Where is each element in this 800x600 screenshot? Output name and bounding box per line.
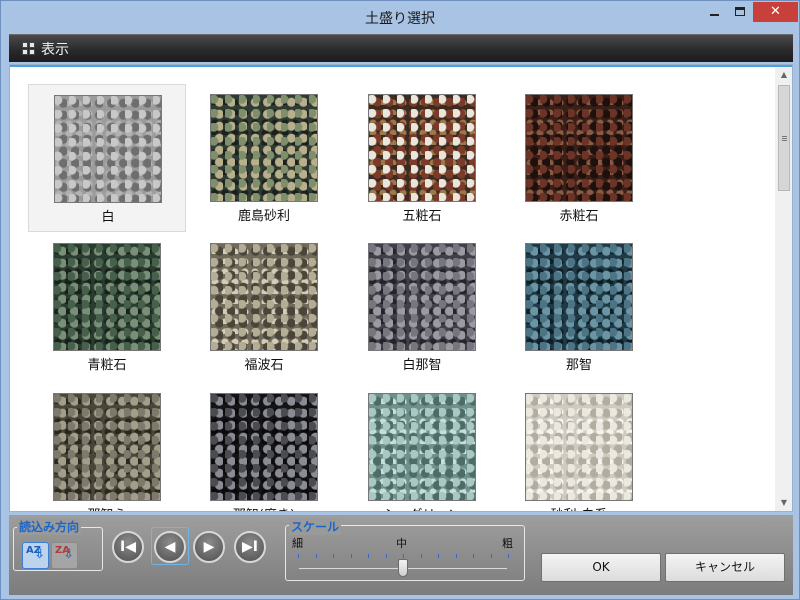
material-label: 白 — [101, 210, 115, 225]
next-page-button[interactable]: ▶ — [193, 531, 225, 563]
scale-tick — [473, 554, 474, 558]
bottom-control-bar: 読込み方向 AZ ⇩ ZA ⇩ I◀ ◀ ▶ ▶I スケール 細 中 粗 OK … — [9, 515, 793, 595]
sort-direction-title: 読込み方向 — [17, 518, 82, 535]
material-swatch[interactable] — [368, 393, 476, 501]
next-page-icon: ▶ — [203, 539, 215, 555]
material-tile[interactable]: 那智(磨き) — [185, 383, 343, 511]
material-gallery-panel: 白 鹿島砂利 五粧石 赤粧石青粧石 福波石 白那智 那智那智ら那智(磨き)シーグリーン砂利-… — [9, 64, 793, 512]
down-arrow-icon: ⇩ — [34, 547, 45, 562]
material-label: 砂利-白系 — [500, 504, 658, 511]
scale-tick — [385, 554, 387, 558]
scale-tick — [315, 554, 317, 558]
scale-medium-label: 中 — [396, 537, 407, 550]
material-label: 白那智 — [402, 358, 442, 373]
ok-button[interactable]: OK — [541, 553, 661, 582]
material-swatch[interactable] — [368, 243, 476, 351]
window-title: 土盛り選択 — [365, 11, 435, 27]
toolbar: 表示 — [9, 34, 793, 62]
close-icon: ✕ — [770, 4, 781, 19]
material-swatch[interactable] — [525, 243, 633, 351]
scale-coarse-label: 粗 — [502, 537, 513, 550]
material-swatch[interactable] — [54, 95, 162, 203]
scale-tick — [368, 554, 369, 558]
prev-page-icon: ◀ — [164, 539, 176, 555]
material-swatch[interactable] — [53, 393, 161, 501]
scale-tick — [438, 554, 439, 558]
minimize-icon — [709, 14, 719, 16]
material-swatch[interactable] — [210, 243, 318, 351]
scale-tick — [508, 554, 509, 558]
material-tile[interactable]: 鹿島砂利 — [185, 84, 343, 232]
material-swatch[interactable] — [368, 94, 476, 202]
scale-tick — [333, 554, 334, 558]
grip-line — [782, 140, 787, 141]
scale-slider-thumb[interactable] — [398, 559, 408, 577]
material-swatch[interactable] — [525, 94, 633, 202]
maximize-icon — [735, 7, 745, 16]
material-tile[interactable]: シーグリーン — [343, 383, 501, 511]
scale-tick — [403, 554, 404, 558]
scale-tick — [298, 554, 299, 558]
material-label: 青粧石 — [87, 358, 127, 373]
material-label: 福波石 — [244, 358, 284, 373]
sort-za-button[interactable]: ZA ⇩ — [51, 542, 78, 569]
material-label: 那智ら — [28, 504, 186, 511]
close-button[interactable]: ✕ — [753, 2, 798, 22]
cancel-button[interactable]: キャンセル — [665, 553, 785, 582]
material-tile[interactable]: 那智ら — [28, 383, 186, 511]
last-page-icon: ▶I — [242, 539, 258, 555]
sort-direction-group: 読込み方向 AZ ⇩ ZA ⇩ — [13, 518, 103, 571]
scale-group: スケール 細 中 粗 — [285, 518, 525, 581]
sort-az-button[interactable]: AZ ⇩ — [22, 542, 49, 569]
material-label: 五粧石 — [402, 209, 442, 224]
scroll-up-icon[interactable]: ▲ — [775, 67, 792, 83]
material-swatch[interactable] — [210, 393, 318, 501]
scale-title: スケール — [289, 518, 342, 535]
scale-tick — [490, 554, 492, 558]
maximize-button[interactable] — [727, 2, 753, 22]
view-menu[interactable]: 表示 — [41, 39, 69, 59]
scale-tick — [455, 554, 457, 558]
scale-tick — [350, 554, 352, 558]
down-arrow-icon: ⇩ — [63, 547, 74, 562]
material-gallery: 白 鹿島砂利 五粧石 赤粧石青粧石 福波石 白那智 那智那智ら那智(磨き)シーグリーン砂利-… — [10, 65, 775, 511]
material-swatch[interactable] — [210, 94, 318, 202]
minimize-button[interactable] — [701, 2, 727, 22]
material-tile[interactable]: 白 — [28, 84, 186, 232]
material-swatch[interactable] — [525, 393, 633, 501]
material-tile[interactable]: 赤粧石 — [500, 84, 658, 232]
material-tile[interactable]: 白那智 — [343, 233, 501, 381]
grip-line — [782, 138, 787, 139]
scale-tick — [420, 554, 422, 558]
scale-fine-label: 細 — [292, 537, 303, 550]
material-tile[interactable]: 砂利-白系 — [500, 383, 658, 511]
first-page-icon: I◀ — [120, 539, 136, 555]
material-label: 那智(磨き) — [185, 504, 343, 511]
material-label: 那智 — [565, 358, 592, 373]
material-label: 鹿島砂利 — [237, 209, 290, 224]
vertical-scrollbar[interactable]: ▲ ▼ — [775, 67, 792, 511]
material-tile[interactable]: 五粧石 — [343, 84, 501, 232]
last-page-button[interactable]: ▶I — [234, 531, 266, 563]
grid-view-icon — [22, 42, 36, 56]
material-tile[interactable]: 青粧石 — [28, 233, 186, 381]
scroll-down-icon[interactable]: ▼ — [775, 495, 792, 511]
grip-line — [782, 136, 787, 137]
material-label: シーグリーン — [343, 504, 501, 511]
material-swatch[interactable] — [53, 243, 161, 351]
first-page-button[interactable]: I◀ — [112, 531, 144, 563]
material-label: 赤粧石 — [559, 209, 599, 224]
title-bar[interactable]: 土盛り選択 ✕ — [1, 1, 799, 32]
scrollbar-thumb[interactable] — [778, 85, 790, 191]
material-tile[interactable]: 那智 — [500, 233, 658, 381]
prev-page-button[interactable]: ◀ — [154, 531, 186, 563]
dialog-window: 土盛り選択 ✕ 表示 白 鹿島砂利 五粧石 赤粧石青粧石 福波石 白那智 那智那智ら那智(磨… — [0, 0, 800, 600]
material-tile[interactable]: 福波石 — [185, 233, 343, 381]
